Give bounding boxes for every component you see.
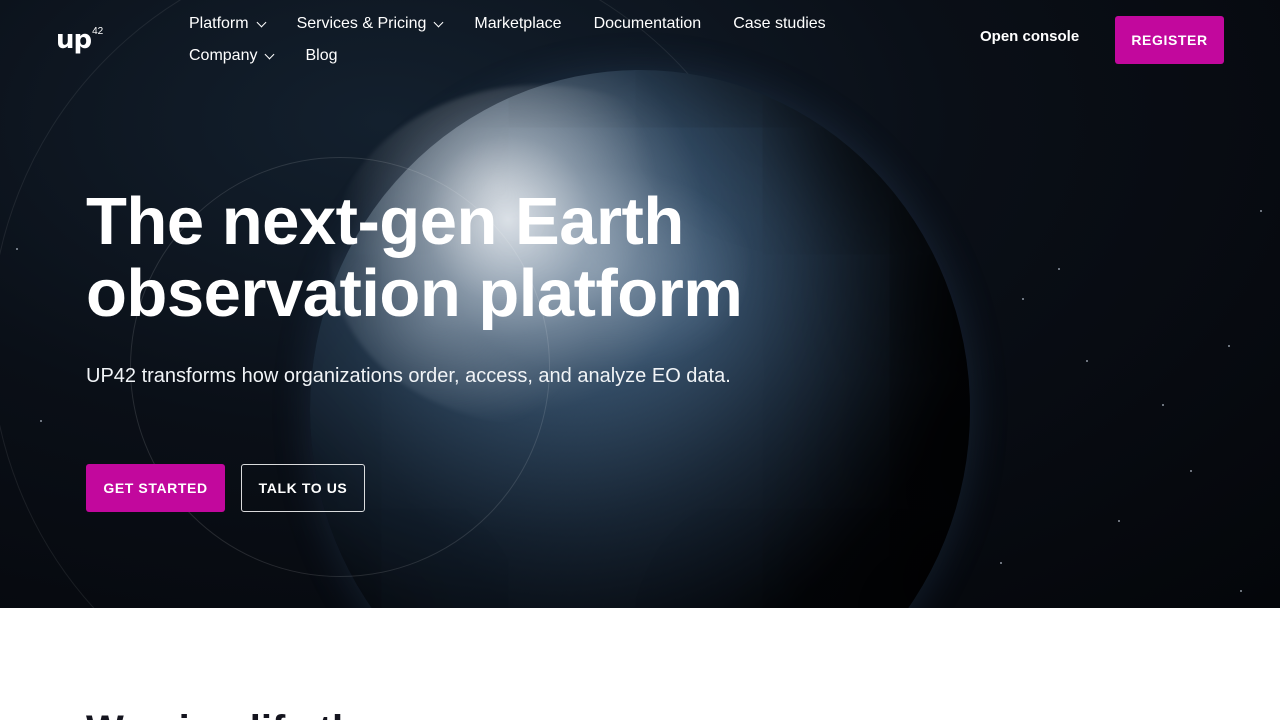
register-button[interactable]: REGISTER bbox=[1115, 16, 1224, 64]
chevron-down-icon bbox=[256, 17, 267, 27]
nav-item-label: Blog bbox=[305, 47, 338, 64]
nav-item-label: Company bbox=[189, 47, 258, 64]
nav-item-case-studies[interactable]: Case studies bbox=[733, 15, 826, 33]
nav-item-marketplace[interactable]: Marketplace bbox=[474, 15, 561, 33]
logo-wordmark: up bbox=[56, 25, 92, 55]
hero-headline-line-1: The next-gen Earth bbox=[86, 184, 684, 259]
intro-section: We simplify the bbox=[0, 608, 1280, 720]
nav-item-services-pricing[interactable]: Services & Pricing bbox=[296, 15, 444, 33]
nav-item-blog[interactable]: Blog bbox=[305, 47, 337, 65]
nav-item-company[interactable]: Company bbox=[189, 47, 275, 65]
nav-item-platform[interactable]: Platform bbox=[189, 15, 267, 33]
nav-item-label: Documentation bbox=[593, 15, 702, 32]
chevron-down-icon bbox=[265, 49, 275, 59]
up42-logo[interactable]: up 42 bbox=[56, 26, 103, 54]
nav-item-documentation[interactable]: Documentation bbox=[594, 15, 702, 33]
chevron-down-icon bbox=[433, 17, 444, 27]
site-header: up 42 Platform Services & Pricing Market… bbox=[0, 0, 1280, 80]
open-console-link[interactable]: Open console bbox=[980, 28, 1079, 45]
section-title: We simplify the bbox=[86, 708, 379, 720]
hero-headline: The next-gen Earth observation platform bbox=[86, 186, 846, 330]
nav-item-label: Case studies bbox=[733, 15, 826, 32]
nav-row-1: Platform Services & Pricing Marketplace … bbox=[189, 8, 889, 40]
nav-row-2: Company Blog bbox=[189, 40, 889, 72]
nav-item-label: Services & Pricing bbox=[296, 15, 427, 32]
logo-superscript: 42 bbox=[92, 26, 104, 37]
nav-item-label: Platform bbox=[189, 15, 249, 32]
hero-subheading: UP42 transforms how organizations order,… bbox=[86, 365, 731, 387]
nav-item-label: Marketplace bbox=[474, 15, 562, 32]
get-started-button[interactable]: GET STARTED bbox=[86, 464, 225, 512]
main-navigation: Platform Services & Pricing Marketplace … bbox=[189, 8, 889, 72]
hero-headline-line-2: observation platform bbox=[86, 256, 743, 331]
talk-to-us-button[interactable]: TALK TO US bbox=[241, 464, 365, 512]
